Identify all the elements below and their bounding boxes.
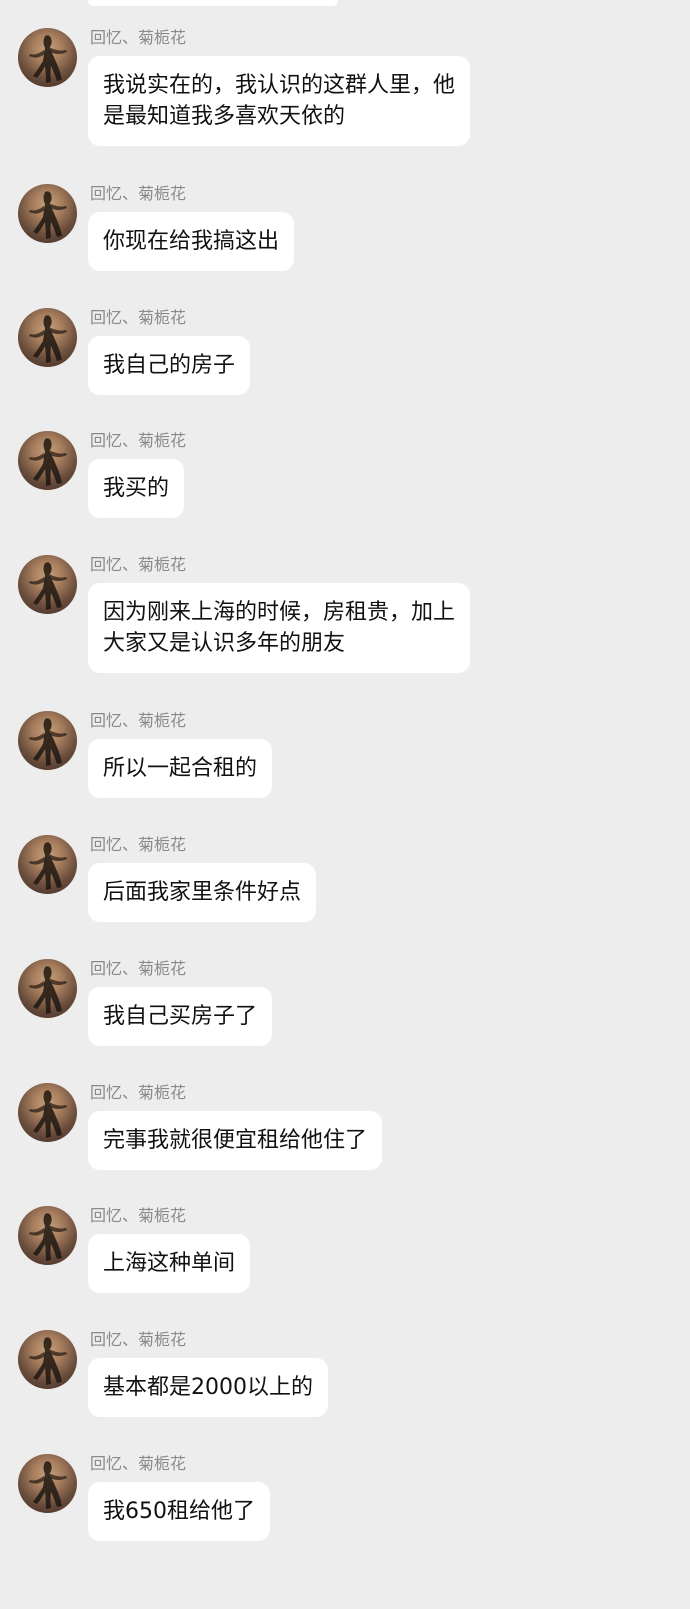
sender-name: 回忆、菊栀花: [90, 1083, 187, 1102]
avatar[interactable]: [18, 1330, 77, 1389]
avatar-image-icon: [29, 718, 67, 766]
message-bubble[interactable]: 我自己买房子了: [88, 987, 273, 1046]
avatar-image-icon: [29, 191, 67, 239]
message-bubble[interactable]: 我买的: [88, 459, 185, 518]
message-bubble[interactable]: 我说实在的，我认识的这群人里，他 是最知道我多喜欢天依的: [88, 56, 471, 146]
avatar-image-icon: [29, 842, 67, 890]
sender-name: 回忆、菊栀花: [90, 959, 187, 978]
avatar[interactable]: [18, 1454, 77, 1513]
avatar-image-icon: [29, 1461, 67, 1509]
avatar-image-icon: [29, 35, 67, 83]
previous-message-bubble-edge: [88, 0, 338, 6]
sender-name: 回忆、菊栀花: [90, 28, 187, 47]
avatar-image-icon: [29, 315, 67, 363]
message-bubble[interactable]: 上海这种单间: [88, 1234, 251, 1293]
avatar[interactable]: [18, 959, 77, 1018]
sender-name: 回忆、菊栀花: [90, 184, 187, 203]
avatar-image-icon: [29, 1090, 67, 1138]
message-bubble[interactable]: 完事我就很便宜租给他住了: [88, 1111, 383, 1170]
avatar[interactable]: [18, 184, 77, 243]
avatar-image-icon: [29, 1337, 67, 1385]
avatar-image-icon: [29, 1213, 67, 1261]
message-bubble[interactable]: 我自己的房子: [88, 336, 251, 395]
message-bubble[interactable]: 所以一起合租的: [88, 739, 273, 798]
sender-name: 回忆、菊栀花: [90, 308, 187, 327]
message-bubble[interactable]: 你现在给我搞这出: [88, 212, 295, 271]
message-bubble[interactable]: 因为刚来上海的时候，房租贵，加上 大家又是认识多年的朋友: [88, 583, 471, 673]
sender-name: 回忆、菊栀花: [90, 1330, 187, 1349]
sender-name: 回忆、菊栀花: [90, 835, 187, 854]
avatar[interactable]: [18, 711, 77, 770]
avatar[interactable]: [18, 555, 77, 614]
avatar[interactable]: [18, 431, 77, 490]
sender-name: 回忆、菊栀花: [90, 711, 187, 730]
avatar-image-icon: [29, 562, 67, 610]
message-bubble[interactable]: 我650租给他了: [88, 1482, 270, 1541]
avatar[interactable]: [18, 308, 77, 367]
avatar[interactable]: [18, 1206, 77, 1265]
avatar[interactable]: [18, 28, 77, 87]
sender-name: 回忆、菊栀花: [90, 431, 187, 450]
message-bubble[interactable]: 基本都是2000以上的: [88, 1358, 328, 1417]
sender-name: 回忆、菊栀花: [90, 1206, 187, 1225]
avatar[interactable]: [18, 1083, 77, 1142]
avatar[interactable]: [18, 835, 77, 894]
avatar-image-icon: [29, 438, 67, 486]
sender-name: 回忆、菊栀花: [90, 1454, 187, 1473]
message-bubble[interactable]: 后面我家里条件好点: [88, 863, 317, 922]
avatar-image-icon: [29, 966, 67, 1014]
sender-name: 回忆、菊栀花: [90, 555, 187, 574]
